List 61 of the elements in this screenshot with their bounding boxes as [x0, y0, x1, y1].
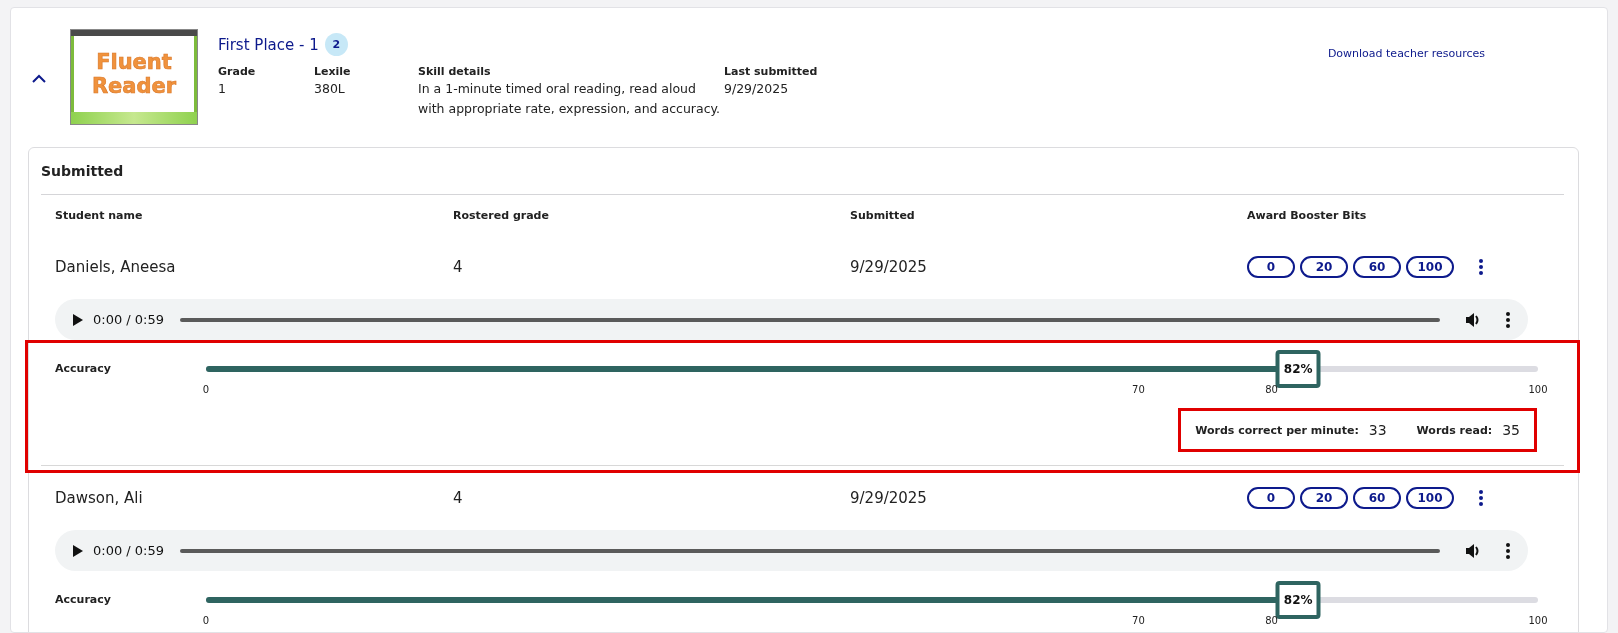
detail-value: 9/29/2025 — [724, 80, 790, 98]
play-button[interactable] — [73, 313, 83, 326]
submitted-date: 9/29/2025 — [850, 489, 928, 507]
student-name: Dawson, Ali — [55, 489, 144, 507]
activity-title-link[interactable]: First Place - 1 — [218, 35, 319, 54]
award-button[interactable]: 60 — [1353, 487, 1401, 509]
accuracy-label: Accuracy — [55, 362, 112, 375]
more-icon — [1479, 490, 1483, 506]
play-button[interactable] — [73, 544, 83, 557]
rostered-grade: 4 — [453, 258, 464, 276]
stat-label: Words correct per minute: — [1195, 423, 1359, 437]
detail-label: Grade — [218, 64, 257, 79]
tick-label: 100 — [1528, 384, 1548, 395]
tick-label: 70 — [1132, 615, 1145, 626]
detail-label: Skill details — [418, 64, 492, 79]
play-icon — [73, 544, 83, 557]
detail-value: In a 1-minute timed oral reading, read aloud with appropriate rate, expression, and accuracy. — [418, 80, 722, 118]
award-button[interactable]: 60 — [1353, 256, 1401, 278]
audio-progress-track[interactable] — [180, 548, 1440, 553]
more-icon — [1506, 542, 1510, 559]
section-title: Submitted — [41, 148, 1564, 195]
award-button[interactable]: 100 — [1406, 256, 1454, 278]
audio-time: 0:00 / 0:59 — [93, 543, 165, 558]
audio-progress-track[interactable] — [180, 317, 1440, 322]
audio-time: 0:00 / 0:59 — [93, 312, 165, 327]
tick-label: 0 — [202, 384, 210, 395]
detail-value: 1 — [218, 80, 227, 98]
tick-label: 100 — [1528, 615, 1548, 626]
more-icon — [1479, 259, 1483, 275]
options-button[interactable] — [1506, 311, 1510, 328]
detail-label: Lexile — [314, 64, 352, 79]
column-header: Award Booster Bits — [1247, 208, 1368, 222]
award-button[interactable]: 0 — [1247, 256, 1295, 278]
award-button[interactable]: 0 — [1247, 487, 1295, 509]
tick-label: 80 — [1265, 384, 1278, 395]
download-link[interactable]: Download teacher resources — [1327, 47, 1485, 60]
award-button[interactable]: 100 — [1406, 487, 1454, 509]
play-icon — [73, 313, 83, 326]
column-header: Submitted — [850, 208, 916, 222]
stat-value: 35 — [1502, 422, 1520, 438]
accuracy-label: Accuracy — [55, 593, 112, 606]
chevron-icon — [32, 74, 46, 83]
tick-label: 70 — [1132, 384, 1145, 395]
stat-label: Words read: — [1416, 423, 1493, 437]
column-header: Rostered grade — [453, 208, 550, 222]
thumbnail-word: Fluent — [96, 50, 172, 74]
more-icon — [1506, 311, 1510, 328]
detail-value: 380L — [314, 80, 346, 98]
submitted-date: 9/29/2025 — [850, 258, 928, 276]
student-name: Daniels, Aneesa — [55, 258, 177, 276]
options-button[interactable] — [1506, 542, 1510, 559]
tick-label: 80 — [1265, 615, 1278, 626]
rostered-grade: 4 — [453, 489, 464, 507]
award-button[interactable]: 20 — [1300, 256, 1348, 278]
stat-value: 33 — [1368, 422, 1387, 438]
award-button[interactable]: 20 — [1300, 487, 1348, 509]
detail-label: Last submitted — [724, 64, 819, 79]
count-badge: 2 — [324, 33, 348, 56]
tick-label: 0 — [202, 615, 210, 626]
column-header: Student name — [55, 208, 144, 222]
thumbnail-word: Reader — [91, 74, 177, 98]
